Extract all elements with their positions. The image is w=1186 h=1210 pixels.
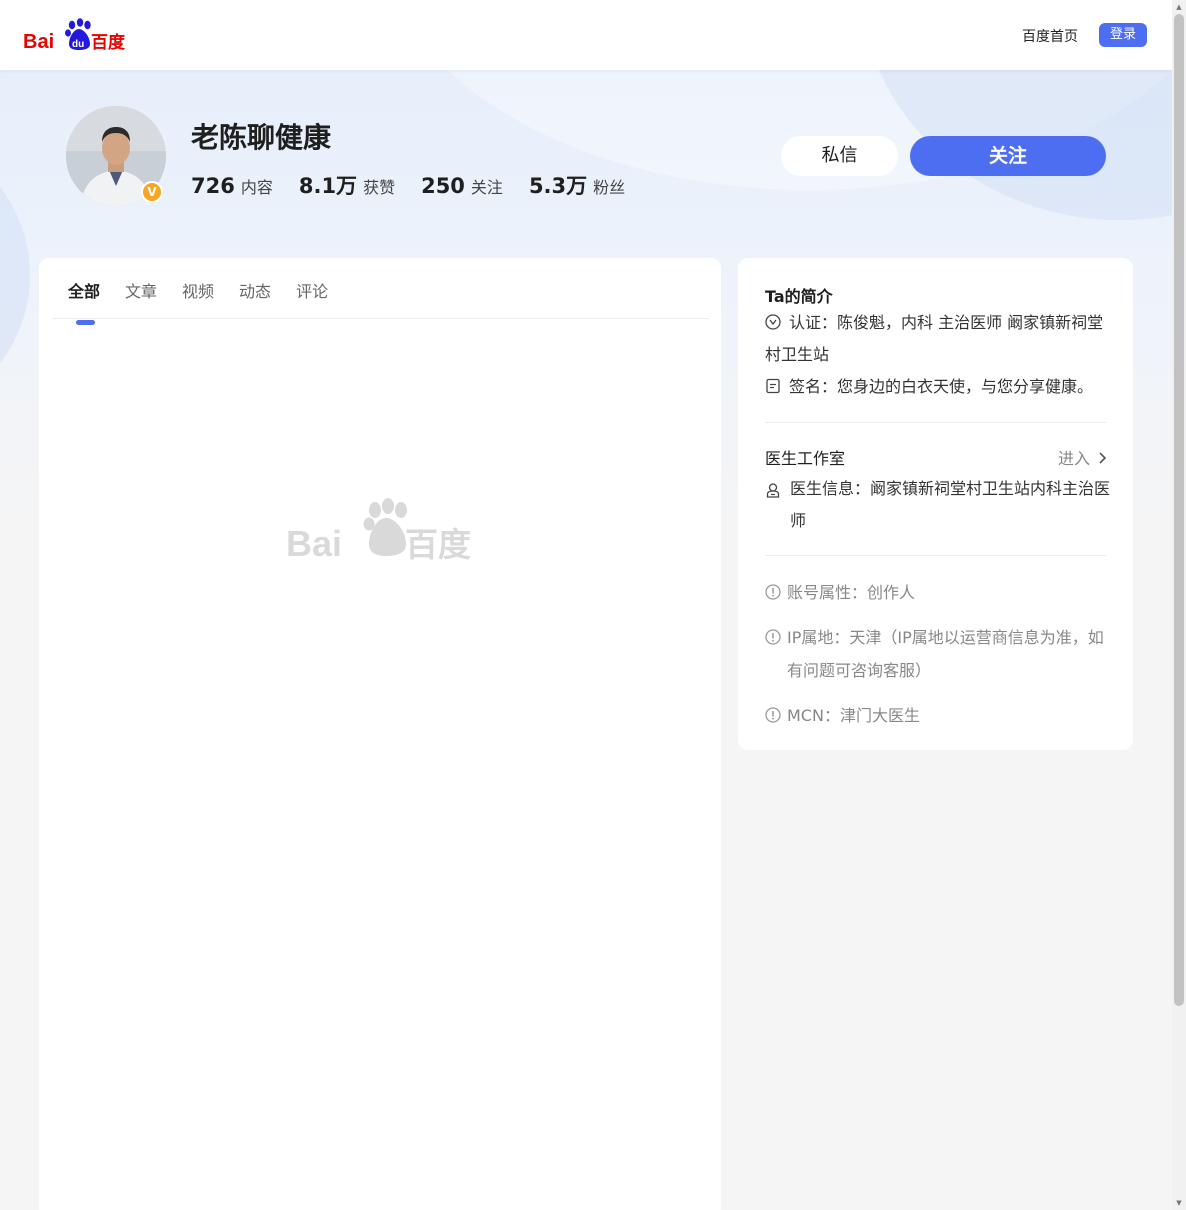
content-tabs: 全部 文章 视频 动态 评论 [68, 278, 328, 325]
studio-enter-label: 进入 [1058, 449, 1091, 468]
verified-check-icon [765, 314, 781, 330]
private-message-button[interactable]: 私信 [781, 136, 898, 176]
signature-row: 签名：您身边的白衣天使，与您分享健康。 [765, 371, 1110, 403]
scroll-thumb[interactable] [1174, 14, 1184, 1006]
scroll-down-arrow-icon[interactable]: ▼ [1175, 1199, 1183, 1207]
tab-articles[interactable]: 文章 [125, 278, 157, 316]
login-button[interactable]: 登录 [1099, 23, 1147, 47]
verified-badge-icon: V [141, 181, 163, 203]
divider [765, 555, 1106, 556]
svg-text:百度: 百度 [405, 525, 471, 564]
ip-location-text: IP属地：天津（IP属地以运营商信息为准，如 [787, 628, 1104, 647]
mcn-text: MCN：津门大医生 [787, 706, 920, 725]
tab-updates[interactable]: 动态 [239, 278, 271, 316]
svg-text:Bai: Bai [286, 523, 342, 564]
stat-following[interactable]: 250 关注 [421, 174, 503, 198]
studio-enter-link[interactable]: 进入 [1058, 445, 1107, 469]
certification-text: 认证：陈俊魁，内科 主治医师 阚家镇新祠堂村卫生站 [765, 313, 1104, 364]
stat-number: 250 [421, 174, 465, 198]
svg-text:du: du [72, 39, 84, 50]
stat-number: 8.1万 [298, 174, 358, 198]
svg-text:百度: 百度 [91, 32, 126, 53]
profile-name: 老陈聊健康 [191, 121, 332, 154]
stat-fans[interactable]: 5.3万 粉丝 [529, 170, 625, 200]
doctor-info-row: 医生信息：阚家镇新祠堂村卫生站内科主治医师 [765, 473, 1110, 537]
ip-location-row: IP属地：天津（IP属地以运营商信息为准，如 有问题可咨询客服） [765, 621, 1110, 687]
stat-label: 关注 [470, 178, 503, 197]
chevron-right-icon [1099, 452, 1107, 464]
divider [765, 422, 1106, 423]
tab-videos[interactable]: 视频 [182, 278, 214, 316]
profile-intro-card: Ta的简介 认证：陈俊魁，内科 主治医师 阚家镇新祠堂村卫生站 签名：您身边的白… [738, 258, 1133, 750]
follow-button[interactable]: 关注 [910, 136, 1106, 176]
doctor-studio-title: 医生工作室 [765, 449, 846, 468]
stat-number: 726 [191, 174, 235, 198]
mcn-row: MCN：津门大医生 [765, 699, 1110, 732]
stat-label: 粉丝 [593, 178, 626, 197]
stat-number: 5.3万 [528, 174, 588, 198]
loading-placeholder-logo: Bai 百度 [286, 498, 471, 564]
info-icon [765, 584, 781, 600]
vertical-scrollbar[interactable]: ▲ ▼ [1172, 0, 1186, 1210]
scroll-up-arrow-icon[interactable]: ▲ [1175, 3, 1183, 11]
account-type-row: 账号属性：创作人 [765, 576, 1110, 609]
signature-note-icon [766, 378, 780, 394]
stat-likes: 8.1万 获赞 [299, 170, 395, 200]
stat-label: 获赞 [363, 178, 396, 197]
doctor-badge-icon [766, 483, 780, 498]
tab-comments[interactable]: 评论 [296, 278, 328, 316]
baidu-logo[interactable]: du Bai 百度 [22, 16, 128, 54]
top-header: du Bai 百度 百度首页 登录 [0, 0, 1172, 70]
info-icon [765, 629, 781, 645]
stat-label: 内容 [240, 178, 273, 197]
stat-content[interactable]: 726 内容 [191, 174, 273, 198]
certification-row: 认证：陈俊魁，内科 主治医师 阚家镇新祠堂村卫生站 [765, 307, 1110, 371]
tab-all[interactable]: 全部 [68, 278, 100, 325]
tab-divider [52, 318, 709, 319]
ip-location-text-cont: 有问题可咨询客服） [787, 661, 932, 680]
baidu-home-link[interactable]: 百度首页 [1022, 26, 1078, 46]
intro-title: Ta的简介 [765, 287, 833, 306]
account-type-text: 账号属性：创作人 [787, 583, 916, 602]
signature-text: 签名：您身边的白衣天使，与您分享健康。 [789, 377, 1094, 396]
svg-text:Bai: Bai [23, 31, 54, 53]
profile-stats: 726 内容 8.1万 获赞 250 关注 5.3万 粉丝 [191, 170, 625, 200]
doctor-info-text: 医生信息：阚家镇新祠堂村卫生站内科主治医师 [790, 479, 1111, 530]
page: du Bai 百度 百度首页 登录 V 老陈聊健康 726 内容 8.1万 获赞 [0, 0, 1172, 1210]
info-icon [765, 707, 781, 723]
content-feed-card: 全部 文章 视频 动态 评论 Bai 百度 [39, 258, 721, 1210]
